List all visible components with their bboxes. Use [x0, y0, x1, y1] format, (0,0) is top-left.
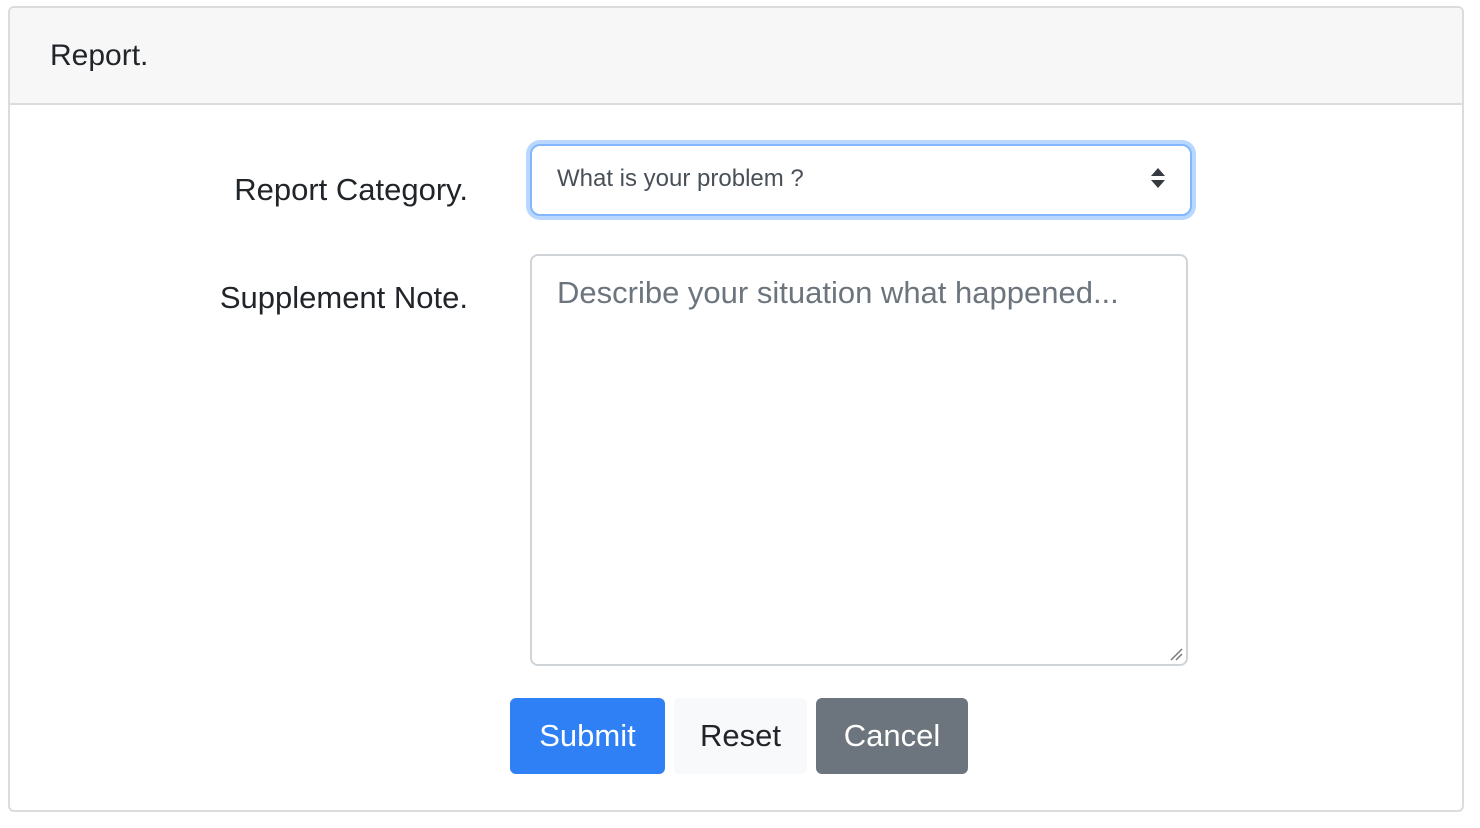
- card-header: Report.: [10, 8, 1462, 105]
- report-category-label: Report Category.: [234, 172, 468, 207]
- submit-button[interactable]: Submit: [510, 698, 665, 774]
- supplement-note-placeholder: Describe your situation what happened...: [557, 275, 1119, 310]
- resize-handle-icon[interactable]: [1169, 647, 1183, 661]
- reset-button[interactable]: Reset: [674, 698, 807, 774]
- cancel-button[interactable]: Cancel: [816, 698, 968, 774]
- supplement-note-label: Supplement Note.: [219, 280, 468, 315]
- card-title: Report.: [50, 39, 149, 72]
- report-category-selected-value: What is your problem ?: [557, 165, 804, 192]
- sort-arrows-icon: [1151, 168, 1165, 188]
- report-card: Report. Report Category. What is your pr…: [8, 6, 1464, 812]
- report-category-select[interactable]: What is your problem ?: [530, 144, 1192, 216]
- supplement-note-textarea[interactable]: Describe your situation what happened...: [530, 254, 1188, 666]
